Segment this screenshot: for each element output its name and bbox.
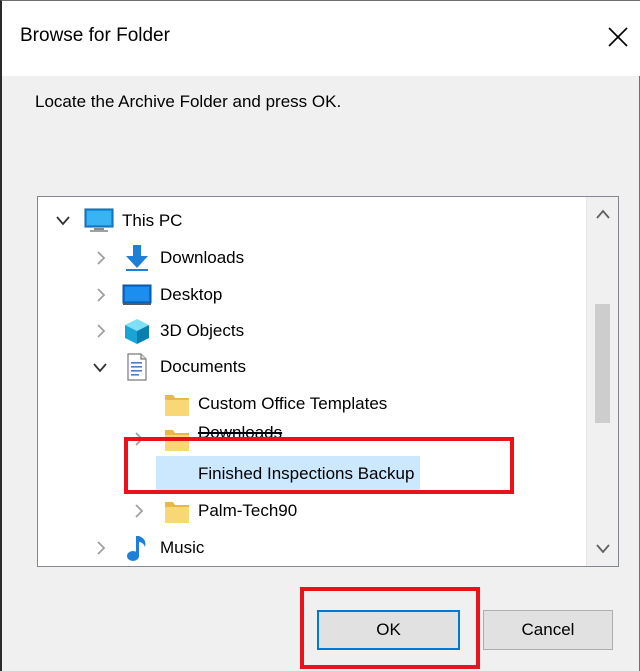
3d-objects-icon (122, 316, 152, 346)
computer-icon (84, 206, 114, 236)
tree-item-palm-tech90[interactable]: Palm-Tech90 (38, 493, 588, 529)
title-bar[interactable]: Browse for Folder (2, 1, 640, 76)
tree-expander[interactable] (55, 213, 71, 229)
window-title: Browse for Folder (20, 25, 170, 46)
download-arrow-icon (122, 243, 152, 273)
tree-expander[interactable] (93, 287, 109, 303)
tree-item-label: Palm-Tech90 (198, 501, 298, 520)
chevron-right-icon (97, 541, 106, 555)
chevron-right-icon (135, 504, 144, 518)
tree-item-label: Custom Office Templates (198, 394, 388, 413)
tree-item-label: Desktop (160, 285, 223, 304)
documents-icon (122, 352, 152, 382)
scroll-up-button[interactable] (587, 197, 618, 231)
cancel-button[interactable]: Cancel (483, 610, 613, 650)
chevron-down-icon (93, 363, 107, 373)
chevron-down-icon (56, 216, 70, 226)
tree-item-label: Finished Inspections Backup (198, 464, 415, 483)
tree-item-label: Documents (160, 357, 246, 376)
tree-item-label: 3D Objects (160, 321, 245, 340)
tree-item-label: Music (160, 538, 205, 557)
scroll-thumb[interactable] (595, 304, 610, 423)
tree-item-desktop[interactable]: Desktop (38, 277, 588, 313)
instruction-text: Locate the Archive Folder and press OK. (35, 92, 342, 111)
tree-scrollbar[interactable] (586, 197, 618, 566)
chevron-right-icon (135, 432, 144, 446)
folder-icon (162, 496, 192, 526)
tree-item-music[interactable]: Music (38, 530, 588, 566)
music-icon (122, 533, 152, 563)
tree-item-this-pc[interactable]: This PC (38, 203, 588, 239)
folder-tree[interactable]: This PC Downloads Desktop 3D Objects Doc… (37, 196, 619, 567)
ok-button[interactable]: OK (317, 610, 460, 650)
chevron-right-icon (97, 324, 106, 338)
tree-expander[interactable] (92, 360, 108, 376)
close-button[interactable] (600, 19, 636, 55)
tree-expander[interactable] (93, 540, 109, 556)
tree-item-downloads-subfolder[interactable]: Downloads (38, 421, 588, 457)
tree-expander[interactable] (131, 431, 147, 447)
tree-item-finished-inspections-backup[interactable]: Finished Inspections Backup (38, 456, 588, 492)
tree-item-documents[interactable]: Documents (38, 349, 588, 385)
tree-item-downloads[interactable]: Downloads (38, 240, 588, 276)
tree-expander[interactable] (131, 503, 147, 519)
tree-item-label: Downloads (160, 248, 245, 267)
folder-icon (162, 424, 192, 454)
chevron-up-icon (595, 209, 610, 219)
chevron-right-icon (97, 251, 106, 265)
tree-expander[interactable] (93, 323, 109, 339)
browse-for-folder-dialog: Browse for Folder Locate the Archive Fol… (0, 0, 640, 671)
chevron-down-icon (595, 544, 610, 554)
scroll-down-button[interactable] (587, 532, 618, 566)
chevron-right-icon (97, 288, 106, 302)
tree-item-label: Downloads (198, 423, 283, 442)
desktop-icon (122, 280, 152, 310)
tree-item-3d-objects[interactable]: 3D Objects (38, 313, 588, 349)
tree-expander[interactable] (93, 250, 109, 266)
tree-item-label: This PC (122, 211, 183, 230)
close-icon (608, 27, 628, 47)
tree-item-custom-office-templates[interactable]: Custom Office Templates (38, 386, 588, 422)
folder-icon (162, 389, 192, 419)
